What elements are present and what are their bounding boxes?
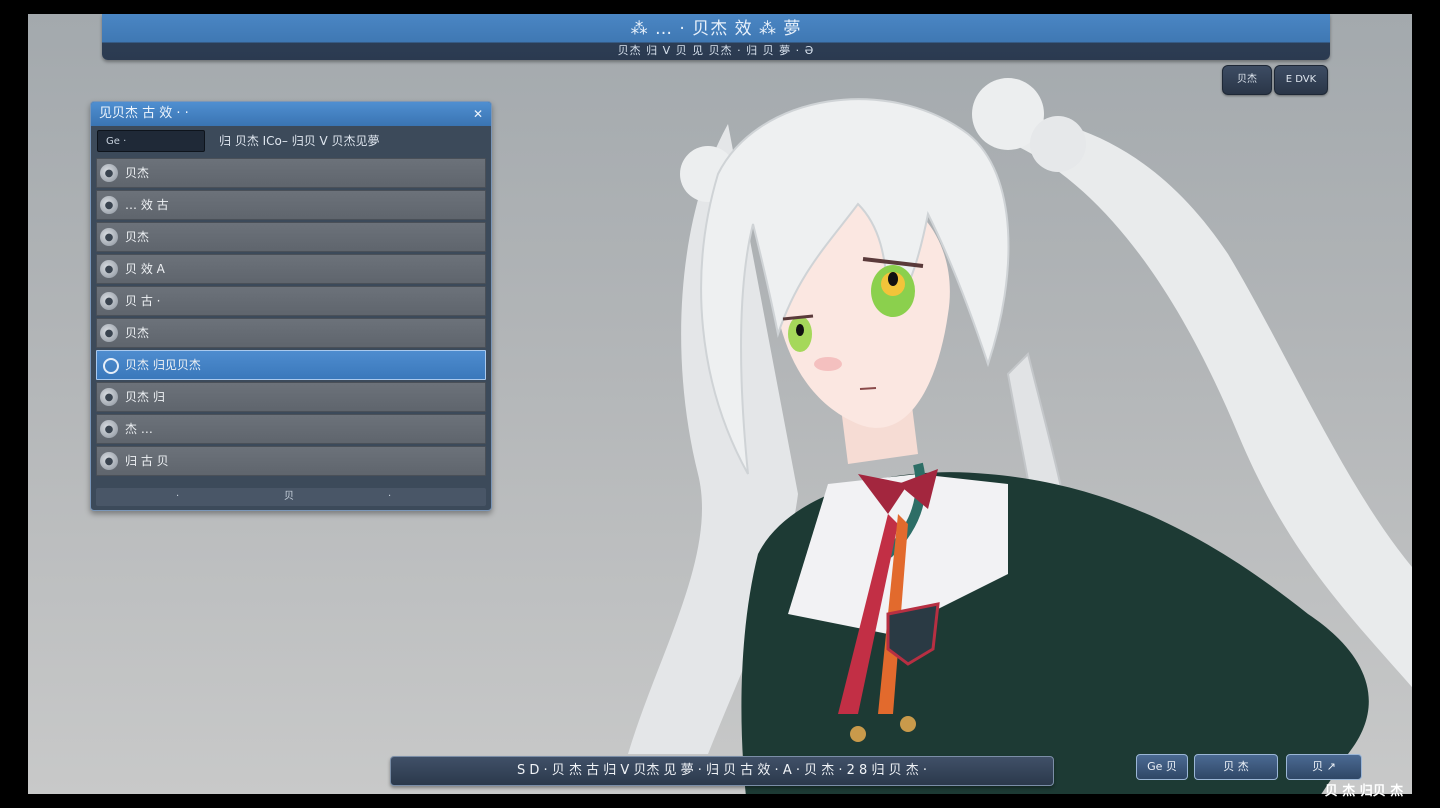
watermark-logo: 贝 杰 归贝 杰 <box>1324 784 1404 799</box>
item-icon: ● <box>100 324 118 342</box>
list-item[interactable]: ● 归 古 贝 <box>96 446 486 476</box>
banner-subtitle: 贝杰 归 V 贝 见 贝杰 · 归 贝 夢 · Ә <box>617 44 815 57</box>
list-item[interactable]: ● 贝 效 A <box>96 254 486 284</box>
menu-panel: 见贝杰 古 效 · · ✕ Ge · 归 贝杰 ICo– 归贝 V 贝杰见夢 ●… <box>90 101 492 511</box>
game-screen: ⁂ … · 贝杰 效 ⁂ 夢 贝杰 归 V 贝 见 贝杰 · 归 贝 夢 · Ә… <box>28 14 1412 794</box>
footer-item-3[interactable]: · <box>388 488 391 506</box>
title-banner: ⁂ … · 贝杰 效 ⁂ 夢 贝杰 归 V 贝 见 贝杰 · 归 贝 夢 · Ә <box>102 14 1330 60</box>
list-item[interactable]: ● 贝杰 <box>96 222 486 252</box>
close-icon[interactable]: ✕ <box>473 102 483 126</box>
item-icon: ● <box>100 228 118 246</box>
list-item-selected[interactable]: 贝杰 归见贝杰 <box>96 350 486 380</box>
radio-icon <box>103 358 119 374</box>
top-button-2[interactable]: E DVK <box>1274 65 1328 95</box>
panel-header: 归 贝杰 ICo– 归贝 V 贝杰见夢 <box>219 134 380 148</box>
filter-dropdown[interactable]: Ge · <box>97 130 205 152</box>
list-item[interactable]: ● 贝杰 <box>96 158 486 188</box>
footer-item-2[interactable]: 贝 <box>284 488 294 506</box>
item-icon: ● <box>100 420 118 438</box>
item-icon: ● <box>100 292 118 310</box>
footer-item-1[interactable]: · <box>176 488 179 506</box>
top-button-1[interactable]: 贝杰 <box>1222 65 1272 95</box>
list-item[interactable]: ● 贝 古 · <box>96 286 486 316</box>
list-item[interactable]: ● 贝杰 归 <box>96 382 486 412</box>
panel-footer: · 贝 · <box>96 488 486 506</box>
bottom-button-3[interactable]: 贝 ↗ <box>1286 754 1362 780</box>
menu-list: ● 贝杰 ●… 效 古 ● 贝杰 ● 贝 效 A ● 贝 古 · ● 贝杰 贝杰 归见贝杰… <box>96 158 486 478</box>
bottom-button-2[interactable]: 贝 杰 <box>1194 754 1278 780</box>
bottom-button-1[interactable]: Ge 贝 <box>1136 754 1188 780</box>
character-portrait <box>628 78 1412 794</box>
item-icon: ● <box>100 388 118 406</box>
item-icon: ● <box>100 452 118 470</box>
dialogue-caption: S D · 贝 杰 古 归 V 贝杰 见 夢 · 归 贝 古 效 · A · 贝… <box>390 756 1054 786</box>
banner-title: ⁂ … · 贝杰 效 ⁂ 夢 <box>630 19 802 39</box>
panel-title: 见贝杰 古 效 · · <box>99 106 189 121</box>
item-icon: ● <box>100 260 118 278</box>
panel-title-bar: 见贝杰 古 效 · · ✕ <box>91 102 491 126</box>
list-item[interactable]: ● 贝杰 <box>96 318 486 348</box>
item-icon: ● <box>100 164 118 182</box>
list-item[interactable]: ●… 效 古 <box>96 190 486 220</box>
item-icon: ● <box>100 196 118 214</box>
list-item[interactable]: ● 杰 … <box>96 414 486 444</box>
